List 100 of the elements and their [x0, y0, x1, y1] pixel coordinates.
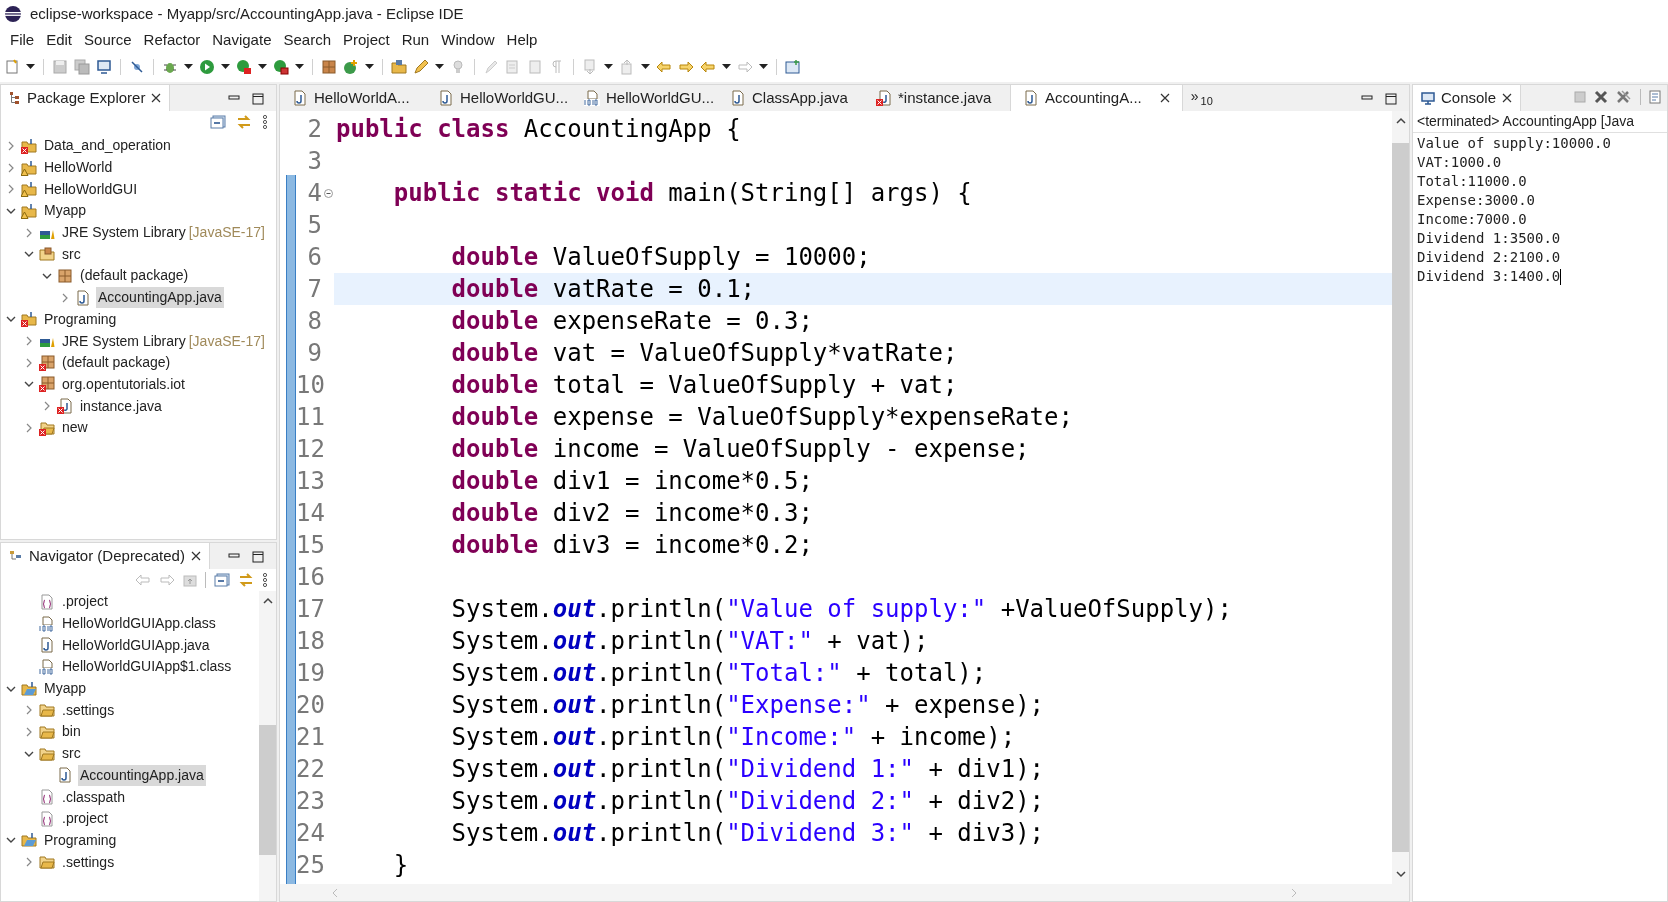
collapsed-chevron-icon[interactable] — [24, 422, 34, 433]
overflow-chevron[interactable]: » — [1190, 89, 1199, 103]
last-edit-right-icon[interactable] — [678, 59, 694, 75]
dropdown-caret-icon[interactable] — [435, 64, 444, 70]
tree-item[interactable]: HelloWorldGUI — [42, 178, 140, 200]
monitor-icon[interactable] — [96, 59, 112, 75]
view-menu-icon[interactable] — [262, 115, 268, 129]
tree-item[interactable]: Myapp — [42, 678, 89, 700]
dropdown-caret-icon[interactable] — [641, 64, 650, 70]
remove-launch-icon[interactable] — [1594, 90, 1608, 104]
collapse-all-icon[interactable] — [210, 115, 226, 129]
view-tab[interactable]: Navigator (Deprecated) — [1, 543, 210, 569]
collapsed-chevron-icon[interactable] — [24, 857, 34, 868]
menu-item[interactable]: Window — [435, 28, 501, 52]
tree-item[interactable]: .project — [60, 808, 110, 830]
collapsed-chevron-icon[interactable] — [24, 726, 34, 737]
skip-breakpoints-icon[interactable] — [129, 59, 145, 75]
editor-tab[interactable]: HelloWorldGU... — [572, 85, 718, 111]
dropdown-caret-icon[interactable] — [365, 64, 374, 70]
tree-item[interactable]: instance.java — [78, 395, 164, 417]
marker-icon[interactable] — [483, 59, 499, 75]
menu-item[interactable]: Refactor — [137, 28, 207, 52]
link-arrows-icon[interactable] — [238, 573, 254, 587]
collapsed-chevron-icon[interactable] — [24, 357, 34, 368]
tree-item[interactable]: .classpath — [60, 786, 128, 808]
dropdown-caret-icon[interactable] — [221, 64, 230, 70]
new-class-icon[interactable] — [343, 59, 359, 75]
view-tab[interactable]: Console — [1413, 85, 1522, 111]
tree-item[interactable]: HelloWorldGUIApp.java — [60, 634, 212, 656]
tree-item[interactable]: AccountingApp.java — [78, 764, 206, 786]
tree-item[interactable]: JRE System Library — [60, 330, 188, 352]
collapsed-chevron-icon[interactable] — [6, 162, 16, 173]
dropdown-caret-icon[interactable] — [604, 64, 613, 70]
collapsed-chevron-icon[interactable] — [24, 705, 34, 716]
dropdown-caret-icon[interactable] — [759, 64, 768, 70]
close-icon[interactable] — [151, 93, 162, 103]
editor-tab[interactable]: AccountingA... — [1010, 85, 1183, 111]
collapsed-chevron-icon[interactable] — [24, 336, 34, 347]
dropdown-caret-icon[interactable] — [258, 64, 267, 70]
close-icon[interactable] — [1502, 93, 1513, 103]
collapse-all-icon[interactable] — [214, 573, 230, 587]
editor-tab[interactable]: HelloWorldGU... — [426, 85, 572, 111]
open-folder-icon[interactable] — [391, 59, 407, 75]
last-edit-left-icon[interactable] — [656, 59, 672, 75]
tree-item[interactable]: (default package) — [78, 265, 191, 287]
tree-item[interactable]: new — [60, 417, 90, 439]
tree-item[interactable]: Programing — [42, 308, 119, 330]
fold-collapse-icon[interactable] — [323, 188, 333, 198]
menu-item[interactable]: File — [4, 28, 41, 52]
run-icon[interactable] — [199, 59, 215, 75]
tree-item[interactable]: (default package) — [60, 352, 173, 374]
pencil-icon[interactable] — [413, 59, 429, 75]
remove-all-icon[interactable] — [1616, 90, 1632, 104]
menu-item[interactable]: Navigate — [206, 28, 278, 52]
scrollbar-thumb[interactable] — [259, 725, 276, 855]
run-coverage-icon[interactable] — [236, 59, 252, 75]
tree-item[interactable]: bin — [60, 721, 83, 743]
tree-item[interactable]: Programing — [42, 829, 119, 851]
tree-item[interactable]: .settings — [60, 851, 117, 873]
menu-item[interactable]: Project — [337, 28, 396, 52]
link-arrows-icon[interactable] — [236, 115, 252, 129]
dropdown-caret-icon[interactable] — [722, 64, 731, 70]
external-tool-icon[interactable] — [273, 59, 289, 75]
scroll-down-icon[interactable] — [1394, 868, 1407, 880]
editor-tab[interactable]: *instance.java — [864, 85, 1010, 111]
tree-item[interactable]: src — [60, 243, 83, 265]
view-tab[interactable]: Package Explorer — [1, 85, 171, 111]
open-perspective-icon[interactable] — [785, 59, 801, 75]
maximize-icon[interactable] — [252, 551, 264, 563]
back-arrow-icon[interactable] — [700, 59, 716, 75]
collapsed-chevron-icon[interactable] — [6, 140, 16, 151]
tree-item[interactable]: .settings — [60, 699, 117, 721]
dropdown-caret-icon[interactable] — [295, 64, 304, 70]
save-all-icon[interactable] — [74, 59, 90, 75]
new-file-icon[interactable] — [4, 59, 20, 75]
collapsed-chevron-icon[interactable] — [60, 292, 70, 303]
collapsed-chevron-icon[interactable] — [42, 401, 52, 412]
view-menu-icon[interactable] — [262, 573, 268, 587]
collapsed-chevron-icon[interactable] — [24, 227, 34, 238]
menu-item[interactable]: Source — [78, 28, 138, 52]
document-icon[interactable] — [1649, 90, 1663, 104]
tree-item[interactable]: org.opentutorials.iot — [60, 373, 187, 395]
collapsed-chevron-icon[interactable] — [6, 184, 16, 195]
tree-item[interactable]: AccountingApp.java — [96, 287, 224, 309]
tree-item[interactable]: .project — [60, 591, 110, 613]
tree-item[interactable]: HelloWorld — [42, 157, 115, 179]
tree-item[interactable]: src — [60, 743, 83, 765]
close-icon[interactable] — [190, 551, 201, 561]
dropdown-caret-icon[interactable] — [184, 64, 193, 70]
editor-tab[interactable]: ClassApp.java — [718, 85, 864, 111]
maximize-icon[interactable] — [252, 93, 264, 105]
tree-item[interactable]: Data_and_operation — [42, 135, 173, 157]
vertical-scrollbar[interactable] — [259, 591, 276, 901]
hidden-tab-count[interactable]: 10 — [1200, 93, 1213, 110]
editor-tab[interactable]: HelloWorldA... — [280, 85, 426, 111]
menu-item[interactable]: Edit — [40, 28, 79, 52]
maximize-icon[interactable] — [1385, 93, 1397, 105]
tree-item[interactable]: JRE System Library — [60, 222, 188, 244]
menu-item[interactable]: Help — [500, 28, 544, 52]
tree-item[interactable]: Myapp — [42, 200, 89, 222]
